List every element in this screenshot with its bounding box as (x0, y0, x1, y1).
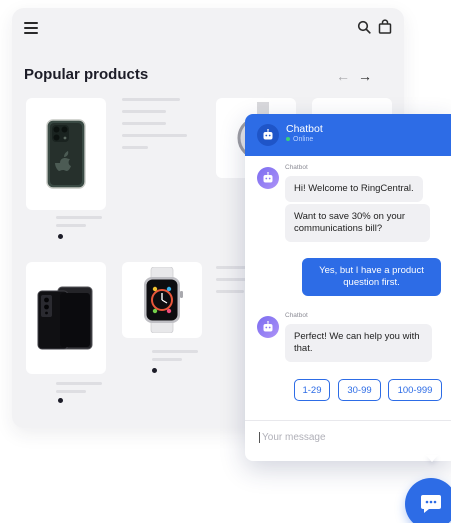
placeholder-line (122, 110, 166, 113)
arrow-left-icon[interactable]: ← (336, 68, 350, 84)
bot-message: Hi! Welcome to RingCentral. (285, 176, 423, 202)
placeholder-line (56, 390, 86, 393)
chatbot-window: Chatbot Online Chatbot Hi! Welcome to Ri… (245, 114, 451, 461)
placeholder-line (152, 350, 198, 353)
placeholder-line (56, 224, 86, 227)
quick-reply-button[interactable]: 100-999 (388, 379, 442, 401)
placeholder-line (56, 382, 102, 385)
product-card-apple-watch[interactable] (122, 262, 202, 338)
quick-reply-button[interactable]: 1-29 (294, 379, 330, 401)
shop-header (12, 8, 404, 50)
samsung-phone-image (37, 286, 93, 350)
chat-launcher-button[interactable] (405, 478, 451, 523)
bot-avatar (257, 316, 279, 338)
pagination-dot (152, 368, 157, 373)
placeholder-line (122, 122, 166, 125)
chat-header: Chatbot Online (245, 114, 451, 156)
placeholder-line (122, 134, 187, 137)
chat-bubble-icon (421, 495, 441, 513)
apple-watch-image (144, 267, 183, 333)
arrow-right-icon[interactable]: → (358, 68, 372, 84)
placeholder-line (122, 146, 148, 149)
chat-status: Online (286, 136, 313, 143)
bot-message: Want to save 30% on your communications … (285, 204, 430, 242)
product-card-iphone[interactable] (26, 98, 106, 210)
placeholder-line (122, 98, 180, 101)
placeholder-line (216, 290, 244, 293)
message-input[interactable] (259, 432, 439, 443)
bot-avatar (257, 167, 279, 189)
bot-avatar (257, 124, 279, 146)
search-icon[interactable] (357, 20, 371, 34)
robot-icon (263, 321, 273, 332)
divider (245, 420, 451, 421)
user-message: Yes, but I have a product question first… (302, 258, 441, 296)
message-sender: Chatbot (285, 312, 308, 319)
placeholder-line (216, 278, 246, 281)
robot-icon (263, 129, 273, 140)
chat-status-text: Online (293, 136, 314, 143)
chat-title: Chatbot (286, 123, 323, 135)
message-sender: Chatbot (285, 164, 308, 171)
bot-message: Perfect! We can help you with that. (285, 324, 432, 362)
chat-tail (426, 455, 438, 462)
pagination-dot (58, 398, 63, 403)
menu-icon[interactable] (24, 22, 38, 34)
product-card-samsung[interactable] (26, 262, 106, 374)
pagination-dot (58, 234, 63, 239)
shopping-bag-icon[interactable] (378, 19, 392, 34)
online-dot-icon (286, 137, 290, 142)
section-title: Popular products (24, 66, 149, 83)
robot-icon (263, 172, 273, 183)
placeholder-line (152, 358, 182, 361)
iphone-image (46, 119, 86, 189)
placeholder-line (56, 216, 102, 219)
quick-reply-button[interactable]: 30-99 (338, 379, 381, 401)
